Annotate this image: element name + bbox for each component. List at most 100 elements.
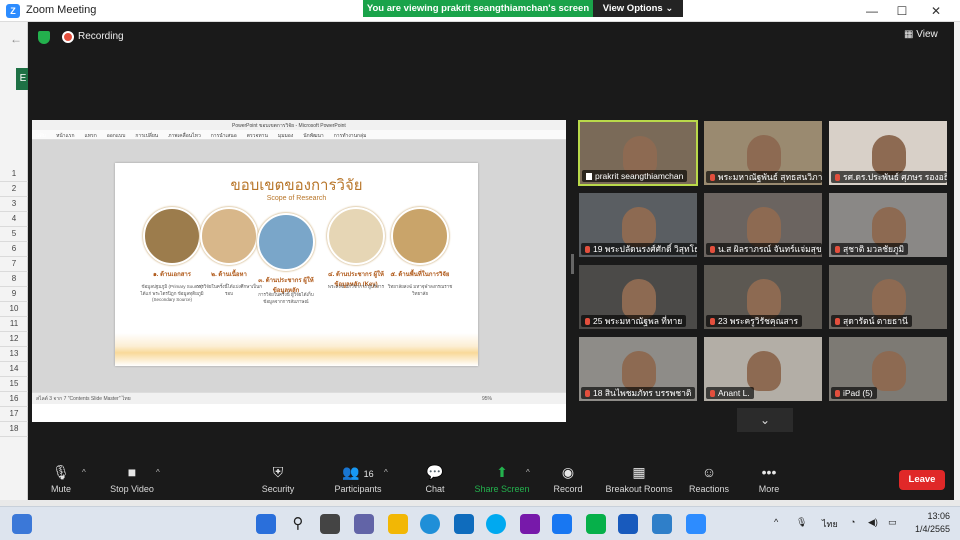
clock-date[interactable]: 1/4/2565 xyxy=(904,524,950,534)
security-shield-icon: ⛨ xyxy=(272,464,284,480)
search-icon[interactable]: ⚲ xyxy=(288,514,308,534)
encryption-shield-icon[interactable] xyxy=(38,31,50,44)
input-language[interactable]: ไทย xyxy=(822,517,838,531)
participant-name: Anant L. xyxy=(718,388,750,398)
clock-time[interactable]: 13:06 xyxy=(910,511,950,521)
wifi-icon[interactable]: ◔ xyxy=(850,517,855,527)
ribbon-tab[interactable]: ออกแบบ xyxy=(107,133,126,139)
skype-icon[interactable] xyxy=(486,514,506,534)
tray-chevron-icon[interactable]: ^ xyxy=(774,517,778,527)
word-icon[interactable] xyxy=(618,514,638,534)
scroll-down-chevron-icon[interactable]: ⌄ xyxy=(737,408,793,432)
record-icon: ◉ xyxy=(561,464,575,480)
record-label: Record xyxy=(553,484,583,494)
stop-video-button[interactable]: ■ Stop Video xyxy=(104,464,160,498)
participant-tile[interactable]: iPad (5) xyxy=(828,336,948,402)
volume-icon[interactable]: ◀) xyxy=(868,517,878,528)
participant-face xyxy=(872,135,906,175)
row-number: 5 xyxy=(0,226,28,242)
video-options-caret[interactable]: ^ xyxy=(156,468,160,477)
security-label: Security xyxy=(261,484,295,494)
zoom-taskbar-icon[interactable] xyxy=(686,514,706,534)
ribbon-tab[interactable]: หน้าแรก xyxy=(56,133,74,139)
zoom-top-bar: Recording ▦ View xyxy=(28,22,954,52)
participant-face xyxy=(872,351,906,391)
more-button[interactable]: ••• More xyxy=(754,464,784,498)
participant-face xyxy=(622,207,656,247)
ribbon-tab[interactable]: นักพัฒนา xyxy=(303,133,323,139)
participant-tile[interactable]: รศ.ดร.ประพันธ์ ศุภษร รองอธิการบดี xyxy=(828,120,948,186)
chat-bubble-icon: 💬 xyxy=(426,464,444,480)
teams-chat-icon[interactable] xyxy=(354,514,374,534)
widgets-icon[interactable] xyxy=(12,514,32,534)
start-icon[interactable] xyxy=(256,514,276,534)
participant-tile[interactable]: น.ส ผิลราภรณ์ จันทร์แจ่มสุข xyxy=(703,192,823,258)
record-button[interactable]: ◉ Record xyxy=(550,464,586,498)
participant-tile[interactable]: 18 สินไพชมภัทร บรรพชาติ xyxy=(578,336,698,402)
participants-button[interactable]: 👥 16 Participants xyxy=(328,464,388,498)
participant-tile[interactable]: 23 พระครูวิรัชคุณสาร xyxy=(703,264,823,330)
participant-tile[interactable]: 25 พระมหาณัฐพล ที่ทาย xyxy=(578,264,698,330)
participant-face xyxy=(747,135,781,175)
row-number: 11 xyxy=(0,316,28,332)
slide-item-body: วิทยาลัยสงฆ์ มหาจุฬาลงกรณราชวิทยาลัย xyxy=(387,284,453,296)
participant-name-label: iPad (5) xyxy=(831,387,877,399)
leave-button[interactable]: Leave xyxy=(899,470,945,490)
back-arrow-icon: ← xyxy=(10,32,22,46)
participant-name-label: 23 พระครูวิรัชคุณสาร xyxy=(706,315,803,327)
row-number: 8 xyxy=(0,271,28,287)
participant-tile[interactable]: 19 พระปลัดนรงศ์ศักดิ์ วิสุทโธ xyxy=(578,192,698,258)
participant-tile[interactable]: Anant L. xyxy=(703,336,823,402)
muted-mic-icon xyxy=(585,318,590,325)
audio-options-caret[interactable]: ^ xyxy=(82,468,86,477)
muted-mic-icon xyxy=(585,390,590,397)
mute-button[interactable]: 🎙 Mute xyxy=(46,464,76,498)
tray-mic-icon[interactable]: 🎙 xyxy=(796,517,807,528)
minimize-icon[interactable]: — xyxy=(862,3,882,19)
onenote-icon[interactable] xyxy=(520,514,540,534)
participant-tile[interactable]: สุดารัตน์ ตายธานี xyxy=(828,264,948,330)
close-icon[interactable]: ✕ xyxy=(926,3,946,19)
facebook-icon[interactable] xyxy=(552,514,572,534)
participant-tile[interactable]: prakrit seangthiamchan xyxy=(578,120,698,186)
edge-browser-icon[interactable] xyxy=(420,514,440,534)
reactions-button[interactable]: ☺ Reactions xyxy=(686,464,732,498)
participants-options-caret[interactable]: ^ xyxy=(384,468,388,477)
shared-screen[interactable]: PowerPoint ขอบเขตการวิจัย - Microsoft Po… xyxy=(32,120,566,422)
muted-mic-icon xyxy=(710,246,715,253)
row-number: 16 xyxy=(0,391,28,407)
ribbon-tab[interactable]: แทรก xyxy=(85,133,97,139)
ribbon-tab[interactable]: ภาพเคลื่อนไหว xyxy=(168,133,201,139)
ribbon-tab[interactable]: การเปลี่ยน xyxy=(135,133,158,139)
slide-circle-image xyxy=(327,207,385,265)
ribbon-tab[interactable]: มุมมอง xyxy=(278,133,293,139)
share-screen-button[interactable]: ⬆ Share Screen xyxy=(472,464,532,498)
photos-icon[interactable] xyxy=(652,514,672,534)
participant-tile[interactable]: สุชาติ มวลชัยภูมิ xyxy=(828,192,948,258)
ribbon-tab[interactable]: การทำงานกลุ่ม xyxy=(334,133,367,139)
line-icon[interactable] xyxy=(586,514,606,534)
row-number: 9 xyxy=(0,286,28,302)
breakout-rooms-button[interactable]: ▦ Breakout Rooms xyxy=(602,464,676,498)
participant-face xyxy=(622,279,656,319)
resize-handle[interactable] xyxy=(571,254,574,274)
stop-video-label: Stop Video xyxy=(110,484,154,494)
view-button[interactable]: ▦ View xyxy=(904,29,938,40)
security-button[interactable]: ⛨ Security xyxy=(256,464,300,498)
background-spreadsheet: ← E 1 2 3 4 5 6 7 8 9 10 11 12 13 14 15 16 17 18 xyxy=(0,22,30,500)
view-options-button[interactable]: View Options ⌄ xyxy=(593,0,683,17)
battery-icon[interactable]: ▭ xyxy=(888,517,897,528)
participant-tile[interactable]: พระมหาณัฐพันธ์ สุทธสนวิภาส xyxy=(703,120,823,186)
chat-button[interactable]: 💬 Chat xyxy=(420,464,450,498)
ribbon-tab[interactable]: แฟ้ม xyxy=(36,133,46,139)
grid-icon: ▦ xyxy=(904,29,917,40)
maximize-icon[interactable]: ☐ xyxy=(892,3,912,19)
mail-icon[interactable] xyxy=(454,514,474,534)
file-explorer-icon[interactable] xyxy=(388,514,408,534)
task-view-icon[interactable] xyxy=(320,514,340,534)
participant-name-label: 19 พระปลัดนรงศ์ศักดิ์ วิสุทโธ xyxy=(581,243,697,255)
ribbon-tab[interactable]: ตรวจทาน xyxy=(247,133,268,139)
ribbon-tab[interactable]: การนำเสนอ xyxy=(211,133,237,139)
participant-name: พระมหาณัฐพันธ์ สุทธสนวิภาส xyxy=(718,172,822,182)
share-options-caret[interactable]: ^ xyxy=(526,468,530,477)
